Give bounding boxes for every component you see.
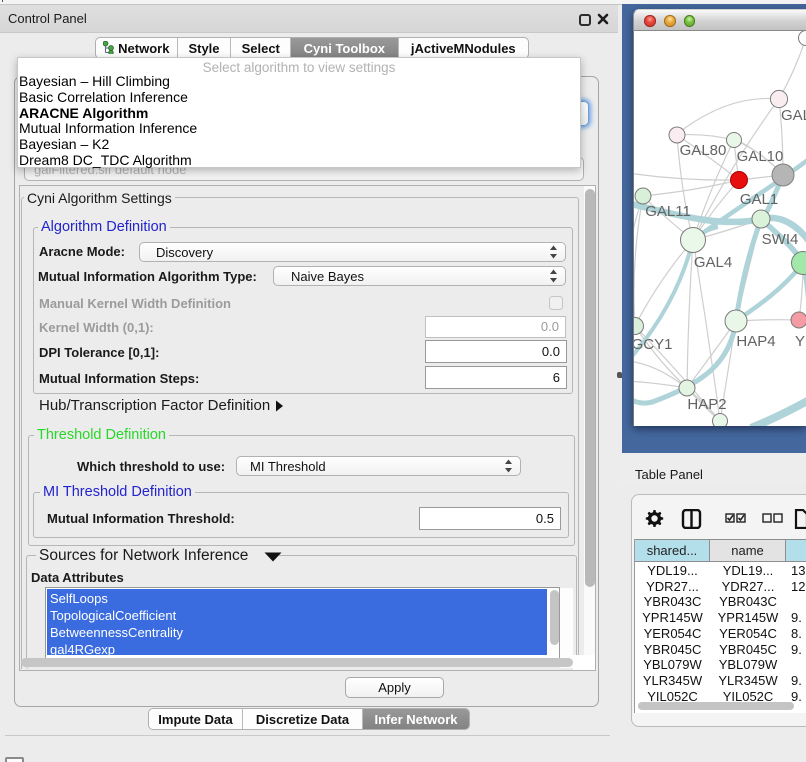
svg-text:GAL4: GAL4 [694, 254, 732, 271]
svg-text:GAL1: GAL1 [740, 191, 778, 208]
svg-text:GCY1: GCY1 [633, 336, 672, 353]
svg-text:GAL11: GAL11 [645, 203, 691, 220]
svg-text:GAL: GAL [781, 107, 806, 124]
svg-text:Y: Y [795, 333, 805, 350]
svg-text:GAL10: GAL10 [737, 148, 784, 165]
svg-text:SWI4: SWI4 [762, 231, 799, 248]
svg-text:HAP2: HAP2 [687, 396, 726, 413]
svg-text:HAP4: HAP4 [736, 333, 775, 350]
svg-text:GAL80: GAL80 [680, 142, 727, 159]
